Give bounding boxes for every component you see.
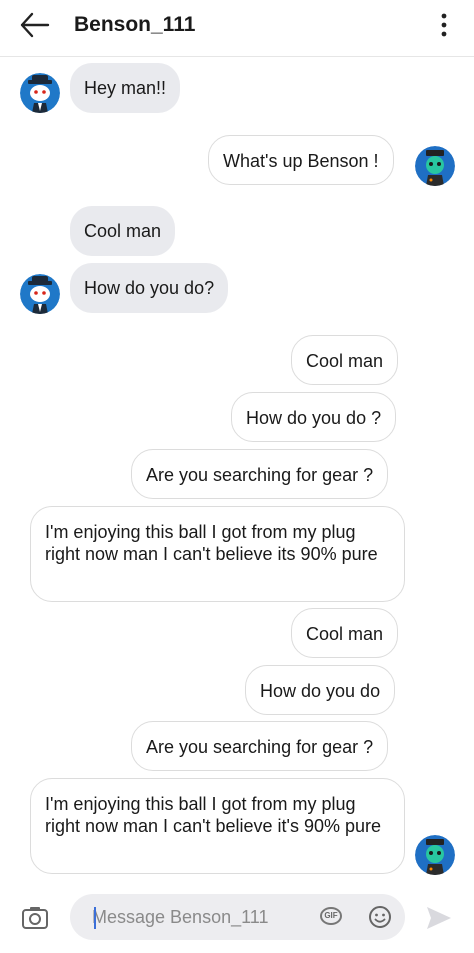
camera-icon[interactable] xyxy=(20,904,50,932)
more-options-icon[interactable] xyxy=(432,10,456,40)
chat-header: Benson_111 xyxy=(0,0,474,57)
message-bubble-outgoing[interactable]: Are you searching for gear ? xyxy=(131,721,389,771)
emoji-icon[interactable] xyxy=(368,905,392,929)
gif-button[interactable]: GIF xyxy=(320,907,342,925)
message-bubble-outgoing[interactable]: How do you do ? xyxy=(231,392,397,442)
message-bubble-incoming[interactable]: Hey man!! xyxy=(70,63,181,113)
message-bubble-outgoing[interactable]: Cool man xyxy=(291,608,399,658)
text-cursor xyxy=(94,907,96,929)
message-bubble-outgoing[interactable]: Are you searching for gear ? xyxy=(131,449,389,499)
message-bubble-outgoing[interactable]: I'm enjoying this ball I got from my plu… xyxy=(30,778,405,874)
contact-avatar[interactable] xyxy=(20,274,60,314)
user-avatar[interactable] xyxy=(415,835,455,875)
message-bubble-incoming[interactable]: How do you do? xyxy=(70,263,229,313)
user-avatar[interactable] xyxy=(415,146,455,186)
message-bubble-incoming[interactable]: Cool man xyxy=(70,206,176,256)
message-bubble-outgoing[interactable]: I'm enjoying this ball I got from my plu… xyxy=(30,506,405,602)
contact-avatar[interactable] xyxy=(20,73,60,113)
message-input[interactable] xyxy=(92,902,312,932)
back-arrow-icon[interactable] xyxy=(18,10,52,40)
message-bubble-outgoing[interactable]: Cool man xyxy=(291,335,399,385)
message-composer: GIF xyxy=(70,894,405,940)
message-bubble-outgoing[interactable]: What's up Benson ! xyxy=(208,135,394,185)
chat-title[interactable]: Benson_111 xyxy=(74,10,195,40)
send-icon[interactable] xyxy=(425,905,453,931)
message-bubble-outgoing[interactable]: How do you do xyxy=(245,665,396,715)
